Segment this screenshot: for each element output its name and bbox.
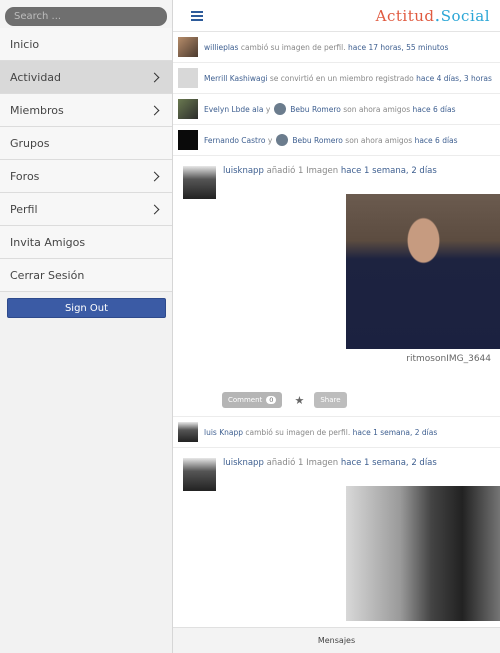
post-text: añadió 1 Imagen <box>266 458 339 468</box>
comment-count: 0 <box>266 396 277 404</box>
activity-text: cambió su imagen de perfil. <box>245 427 351 437</box>
chevron-right-icon <box>149 72 160 82</box>
comment-label: Comment <box>228 396 263 404</box>
user-link[interactable]: willieplas <box>204 43 238 52</box>
activity-item: Merrill Kashiwagi se convirtió en un mie… <box>173 63 500 94</box>
messages-tab[interactable]: Mensajes <box>318 636 355 645</box>
sidebar-item-label: Inicio <box>10 37 40 51</box>
main-content: Actitud.Social willieplas cambió su imag… <box>173 0 500 653</box>
activity-time[interactable]: hace 4 días, 3 horas <box>416 74 492 83</box>
sidebar-item-label: Grupos <box>10 136 50 150</box>
user-link[interactable]: luis Knapp <box>204 428 243 437</box>
user-link[interactable]: luisknapp <box>223 166 264 176</box>
avatar[interactable] <box>178 99 198 119</box>
photo-post: luisknapp añadió 1 Imagen hace 1 semana,… <box>173 448 500 629</box>
image-caption[interactable]: ritmosonIMG_3644 <box>183 354 491 364</box>
sidebar-item-foros[interactable]: Foros <box>0 160 172 193</box>
share-button[interactable]: Share <box>314 392 347 408</box>
joiner-text: y <box>265 104 271 114</box>
activity-time[interactable]: hace 1 semana, 2 días <box>353 428 438 437</box>
user-link[interactable]: Bebu Romero <box>290 105 341 114</box>
activity-time[interactable]: hace 6 días <box>413 105 456 114</box>
brand-logo[interactable]: Actitud.Social <box>375 6 490 25</box>
activity-text: se convirtió en un miembro registrado <box>269 73 414 83</box>
brand-part2: Social <box>440 6 490 25</box>
sidebar-item-invita-amigos[interactable]: Invita Amigos <box>0 226 172 259</box>
post-image[interactable] <box>346 486 500 621</box>
joiner-text: y <box>267 135 273 145</box>
post-text: añadió 1 Imagen <box>266 166 339 176</box>
post-time[interactable]: hace 1 semana, 2 días <box>341 458 437 468</box>
brand-part1: Actitud <box>375 6 435 25</box>
sidebar-item-cerrar-sesion[interactable]: Cerrar Sesión <box>0 259 172 292</box>
chevron-right-icon <box>149 204 160 214</box>
sidebar-item-inicio[interactable]: Inicio <box>0 28 172 61</box>
sidebar-item-label: Invita Amigos <box>10 235 86 249</box>
user-link[interactable]: luisknapp <box>223 458 264 468</box>
activity-feed: willieplas cambió su imagen de perfil. h… <box>173 32 500 629</box>
sidebar-item-miembros[interactable]: Miembros <box>0 94 172 127</box>
sidebar-item-label: Miembros <box>10 103 64 117</box>
avatar[interactable] <box>183 166 216 199</box>
sidebar-item-label: Perfil <box>10 202 38 216</box>
avatar[interactable] <box>178 130 198 150</box>
post-actions: Comment 0 ★ Share <box>222 392 491 408</box>
bottom-bar: Mensajes <box>173 627 500 653</box>
avatar[interactable] <box>178 68 198 88</box>
sidebar-item-label: Actividad <box>10 70 62 84</box>
activity-text: son ahora amigos <box>343 104 411 114</box>
star-icon[interactable]: ★ <box>294 394 304 407</box>
activity-item: willieplas cambió su imagen de perfil. h… <box>173 32 500 63</box>
avatar[interactable] <box>276 134 289 146</box>
activity-time[interactable]: hace 6 días <box>415 136 458 145</box>
sidebar-item-label: Foros <box>10 169 40 183</box>
user-link[interactable]: Bebu Romero <box>292 136 343 145</box>
avatar[interactable] <box>178 422 198 442</box>
search-input[interactable] <box>5 7 167 26</box>
activity-item: Evelyn Lbde ala y Bebu Romero son ahora a… <box>173 94 500 125</box>
activity-text: cambió su imagen de perfil. <box>240 42 346 52</box>
chevron-right-icon <box>149 171 160 181</box>
user-link[interactable]: Evelyn Lbde ala <box>204 105 263 114</box>
activity-text: son ahora amigos <box>345 135 413 145</box>
chevron-right-icon <box>149 105 160 115</box>
photo-post: luisknapp añadió 1 Imagen hace 1 semana,… <box>173 156 500 417</box>
sidebar-item-label: Cerrar Sesión <box>10 268 85 282</box>
user-link[interactable]: Merrill Kashiwagi <box>204 74 267 83</box>
top-bar: Actitud.Social <box>173 0 500 32</box>
hamburger-menu-icon[interactable] <box>191 10 203 21</box>
activity-time[interactable]: hace 17 horas, 55 minutos <box>348 43 448 52</box>
sidebar: Inicio Actividad Miembros Grupos Foros P… <box>0 0 173 653</box>
avatar[interactable] <box>183 458 216 491</box>
sidebar-item-grupos[interactable]: Grupos <box>0 127 172 160</box>
sidebar-item-actividad[interactable]: Actividad <box>0 61 172 94</box>
sign-out-button[interactable]: Sign Out <box>7 298 166 318</box>
user-link[interactable]: Fernando Castro <box>204 136 266 145</box>
avatar[interactable] <box>274 103 287 115</box>
search-wrap <box>0 0 172 28</box>
activity-item: luis Knapp cambió su imagen de perfil. h… <box>173 417 500 448</box>
sidebar-item-perfil[interactable]: Perfil <box>0 193 172 226</box>
comment-button[interactable]: Comment 0 <box>222 392 283 408</box>
activity-item: Fernando Castro y Bebu Romero son ahora a… <box>173 125 500 156</box>
post-time[interactable]: hace 1 semana, 2 días <box>341 166 437 176</box>
avatar[interactable] <box>178 37 198 57</box>
post-image[interactable] <box>346 194 500 349</box>
